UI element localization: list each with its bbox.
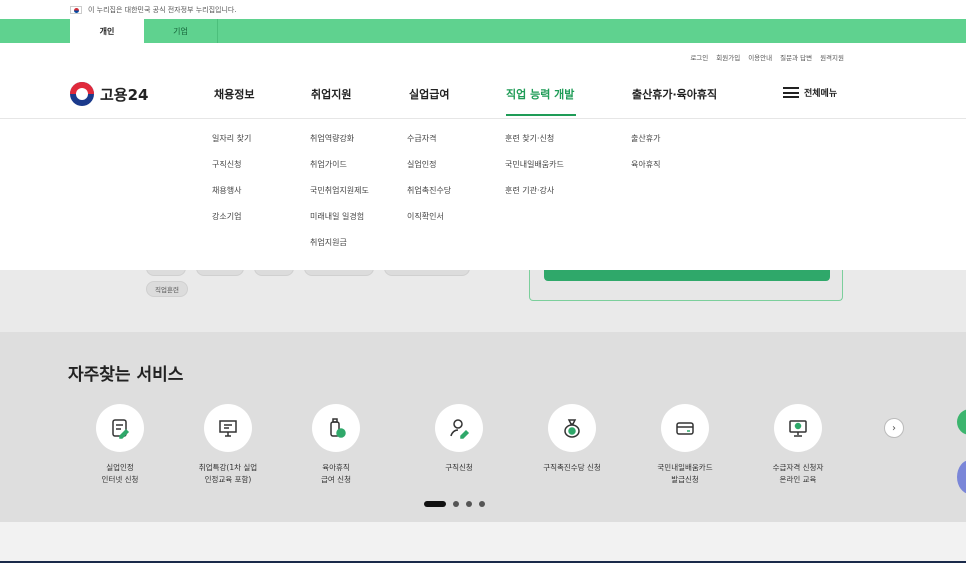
service-item-parental-leave-benefit[interactable]: 육아휴직 급여 신청 [276,404,396,486]
service-label: 실업인정 인터넷 신청 [101,463,139,484]
service-item-online-education[interactable]: 수급자격 신청자 온라인 교육 [738,404,858,486]
service-item-job-application[interactable]: 구직신청 [399,404,519,474]
money-bag-icon [548,404,596,452]
service-label: 취업특강(1차 실업 인정교육 포함) [198,463,258,484]
service-item-learning-card[interactable]: 국민내일배움카드 발급신청 [625,404,745,486]
menu-item[interactable]: 실업인정 [407,159,451,171]
guide-link[interactable]: 이용안내 [748,52,772,62]
gov-banner: 이 누리집은 대한민국 공식 전자정부 누리집입니다. [0,0,966,19]
menu-item[interactable]: 채용행사 [212,185,251,197]
utility-links: 로그인 회원가입 이용안내 질문과 답변 원격지원 [690,52,844,62]
gnb-item-vocational-training[interactable]: 직업 능력 개발 [506,86,574,102]
presentation-board-icon [204,404,252,452]
gnb-item-maternity-parental-leave[interactable]: 출산휴가·육아휴직 [632,86,717,102]
menu-item[interactable]: 미래내일 일경험 [310,211,369,223]
baby-bottle-icon [312,404,360,452]
gnb-item-jobs[interactable]: 채용정보 [214,86,254,102]
menu-item[interactable]: 육아휴직 [631,159,660,171]
active-menu-underline [506,114,576,116]
menu-item[interactable]: 훈련 기관·강사 [505,185,564,197]
audience-tab-bar: 개인 기업 [0,19,966,43]
menu-item[interactable]: 이직확인서 [407,211,451,223]
service-label: 구직신청 [445,463,473,472]
qna-link[interactable]: 질문과 답변 [780,52,812,62]
floating-chatbot-button[interactable] [957,460,966,494]
mega-menu-col-employment-support: 취업역량강화 취업가이드 국민취업지원제도 미래내일 일경험 취업지원금 [310,133,369,249]
tab-personal[interactable]: 개인 [70,19,144,43]
menu-item[interactable]: 훈련 찾기·신청 [505,133,564,145]
gnb-item-unemployment-benefit[interactable]: 실업급여 [409,86,449,102]
mega-menu-col-leave: 출산휴가 육아휴직 [631,133,660,171]
keyword-chip-vocational-training[interactable]: 직업훈련 [146,281,188,297]
hamburger-icon [783,87,799,98]
carousel-dot[interactable] [479,501,485,507]
mega-menu-col-unemployment-benefit: 수급자격 실업인정 취업촉진수당 이직확인서 [407,133,451,223]
signup-link[interactable]: 회원가입 [716,52,740,62]
carousel-dot[interactable] [466,501,472,507]
monitor-play-icon [774,404,822,452]
logo-text: 고용24 [100,85,149,104]
remote-support-link[interactable]: 원격지원 [820,52,844,62]
service-item-unemployment-recognition[interactable]: 실업인정 인터넷 신청 [60,404,180,486]
service-label: 국민내일배움카드 발급신청 [657,463,713,484]
menu-item[interactable]: 취업지원금 [310,237,369,249]
menu-item[interactable]: 취업촉진수당 [407,185,451,197]
mega-menu-col-vocational-training: 훈련 찾기·신청 국민내일배움카드 훈련 기관·강사 [505,133,564,197]
gnb-item-employment-support[interactable]: 취업지원 [311,86,351,102]
person-pencil-icon [435,404,483,452]
menu-item[interactable]: 취업가이드 [310,159,369,171]
service-item-job-lecture[interactable]: 취업특강(1차 실업 인정교육 포함) [168,404,288,486]
footer-area [0,522,966,563]
menu-item[interactable]: 강소기업 [212,211,251,223]
mega-menu-panel: 일자리 찾기 구직신청 채용행사 강소기업 취업역량강화 취업가이드 국민취업지… [0,118,966,270]
frequent-services-section: 자주찾는 서비스 실업인정 인터넷 신청 취업특강(1차 실업 인정교육 포함)… [0,332,966,522]
carousel-dot-active[interactable] [424,501,446,507]
login-button[interactable] [544,270,830,281]
document-pencil-icon [96,404,144,452]
gov-banner-text: 이 누리집은 대한민국 공식 전자정부 누리집입니다. [88,5,237,14]
menu-item[interactable]: 구직신청 [212,159,251,171]
service-label: 육아휴직 급여 신청 [321,463,351,484]
login-link[interactable]: 로그인 [690,52,708,62]
card-icon [661,404,709,452]
chevron-right-icon: › [892,422,896,434]
service-item-job-promotion-allowance[interactable]: 구직촉진수당 신청 [512,404,632,474]
tab-business[interactable]: 기업 [144,19,218,43]
menu-item[interactable]: 국민내일배움카드 [505,159,564,171]
carousel-dot[interactable] [453,501,459,507]
carousel-next-button[interactable]: › [884,418,904,438]
menu-item[interactable]: 출산휴가 [631,133,660,145]
taegeuk-logo-icon [70,82,94,106]
section-title: 자주찾는 서비스 [68,365,184,385]
service-label: 구직촉진수당 신청 [543,463,601,472]
menu-item[interactable]: 일자리 찾기 [212,133,251,145]
site-logo[interactable]: 고용24 [70,82,148,106]
korea-flag-icon [70,5,82,14]
mega-menu-col-jobs: 일자리 찾기 구직신청 채용행사 강소기업 [212,133,251,223]
service-label: 수급자격 신청자 온라인 교육 [772,463,824,484]
menu-item[interactable]: 수급자격 [407,133,451,145]
all-menu-label: 전체메뉴 [804,89,838,99]
menu-item[interactable]: 취업역량강화 [310,133,369,145]
login-box [529,270,843,301]
carousel-pagination [424,501,485,507]
menu-item[interactable]: 국민취업지원제도 [310,185,369,197]
all-menu-button[interactable]: 전체메뉴 [783,86,837,99]
floating-quick-button[interactable] [957,409,966,435]
